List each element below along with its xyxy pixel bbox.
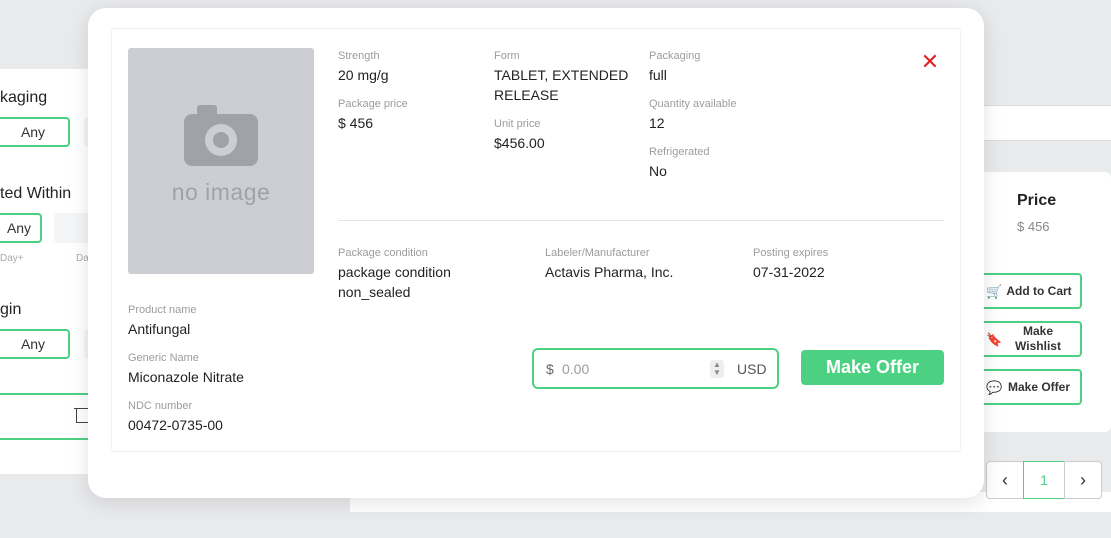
- product-image: no image: [128, 48, 314, 274]
- filter-posted-any-button[interactable]: Any: [0, 213, 42, 243]
- make-offer-button[interactable]: Make Offer: [801, 350, 944, 385]
- pager-next-button[interactable]: ›: [1064, 461, 1102, 499]
- refrigerated-value: No: [649, 163, 667, 179]
- ndc-number-value: 00472-0735-00: [128, 417, 223, 433]
- product-name-value: Antifungal: [128, 321, 191, 337]
- generic-name-label: Generic Name: [128, 352, 199, 364]
- price-heading: Price: [1017, 192, 1057, 209]
- pager-prev-button[interactable]: ‹: [986, 461, 1024, 499]
- strength-label: Strength: [338, 50, 380, 62]
- filter-sub-label: Day+: [0, 253, 24, 264]
- filter-origin-any-button[interactable]: Any: [0, 329, 70, 359]
- offer-amount-input[interactable]: [562, 358, 702, 380]
- strength-value: 20 mg/g: [338, 67, 389, 83]
- price-value: $ 456: [1017, 219, 1050, 234]
- product-name-label: Product name: [128, 304, 197, 316]
- currency-code: USD: [737, 361, 767, 377]
- chat-icon: 💬: [986, 379, 1003, 395]
- package-condition-value: package condition non_sealed: [338, 264, 451, 300]
- packaging-value: full: [649, 67, 667, 83]
- labeler-value: Actavis Pharma, Inc.: [545, 264, 674, 280]
- ndc-number-label: NDC number: [128, 400, 193, 412]
- filter-title-packaging: kaging: [0, 89, 48, 106]
- quantity-value: 12: [649, 115, 665, 131]
- filter-title-origin: gin: [0, 301, 22, 318]
- filter-packaging-any-button[interactable]: Any: [0, 117, 70, 147]
- packaging-label: Packaging: [649, 50, 701, 62]
- unit-price-value: $456.00: [494, 135, 545, 151]
- no-image-text: no image: [171, 179, 271, 205]
- labeler-label: Labeler/Manufacturer: [545, 247, 650, 259]
- posting-expires-label: Posting expires: [753, 247, 829, 259]
- close-icon[interactable]: ✕: [920, 51, 940, 73]
- form-value: TABLET, EXTENDED RELEASE: [494, 67, 629, 103]
- package-price-value: $ 456: [338, 115, 374, 131]
- filter-title-posted-within: ted Within: [0, 185, 72, 202]
- refrigerated-label: Refrigerated: [649, 146, 710, 158]
- offer-amount-field[interactable]: $ ▲▼ USD: [532, 348, 779, 389]
- cart-icon: 🛒: [986, 283, 1003, 299]
- pager-page-1[interactable]: 1: [1023, 461, 1065, 499]
- divider: [338, 220, 944, 221]
- posting-expires-value: 07-31-2022: [753, 264, 825, 280]
- product-detail-modal: no image ✕ Strength 20 mg/g Package pric…: [88, 8, 984, 498]
- filter-sub-label: Da: [76, 253, 89, 264]
- quantity-label: Quantity available: [649, 98, 737, 110]
- number-stepper-icon[interactable]: ▲ ▼: [710, 360, 724, 378]
- camera-icon: [184, 105, 258, 166]
- form-label: Form: [494, 50, 520, 62]
- table-header-strip: [980, 105, 1111, 141]
- package-price-label: Package price: [338, 98, 408, 110]
- side-make-offer-button[interactable]: 💬 Make Offer: [978, 369, 1082, 405]
- add-to-cart-button[interactable]: 🛒 Add to Cart: [978, 273, 1082, 309]
- bookmark-icon: 🔖: [986, 331, 1003, 347]
- generic-name-value: Miconazole Nitrate: [128, 369, 244, 385]
- currency-symbol: $: [546, 361, 554, 377]
- unit-price-label: Unit price: [494, 118, 541, 130]
- make-wishlist-button[interactable]: 🔖 Make Wishlist: [978, 321, 1082, 357]
- package-condition-label: Package condition: [338, 247, 428, 259]
